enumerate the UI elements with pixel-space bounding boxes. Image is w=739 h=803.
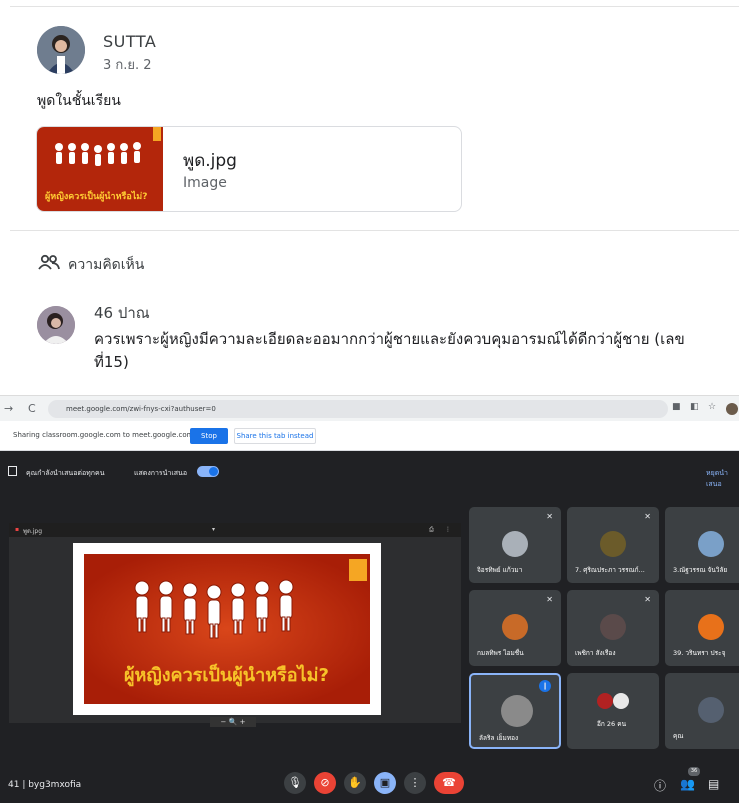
print-icon[interactable]: ⎙	[429, 526, 434, 534]
avatar	[501, 695, 533, 727]
mic-off-icon: ✕	[546, 512, 553, 521]
participant-name: กมลทิพร ไอมชื่น	[477, 649, 524, 657]
info-icon[interactable]: ⓘ	[654, 777, 666, 794]
attachment-thumbnail: ผู้หญิงควรเป็นผู้นำหรือไม่?	[37, 127, 163, 211]
avatar	[600, 531, 626, 557]
participant-name: 3.ณัฐวรรณ จันวิลัย	[673, 566, 728, 574]
star-icon[interactable]: ☆	[708, 402, 716, 412]
participant-name: คุณ	[673, 732, 684, 740]
post-date: 3 ก.ย. 2	[103, 58, 152, 73]
comment-author: 46 ปาณ	[94, 304, 150, 322]
avatar	[502, 614, 528, 640]
present-screen-icon	[8, 466, 17, 476]
comment-text: ควรเพราะผู้หญิงมีความละเอียดละออมากกว่าผ…	[94, 330, 685, 371]
self-tile[interactable]: คุณ	[665, 673, 739, 749]
classroom-post: SUTTA 3 ก.ย. 2 พูดในชั้นเรียน ผู้หญิงควร…	[0, 0, 739, 395]
mic-icon[interactable]: 🎙	[284, 772, 306, 794]
people-count-badge: 36	[688, 767, 700, 776]
people-icon	[38, 254, 60, 270]
divider	[10, 230, 739, 231]
meet-screenshot: → C meet.google.com/zwi-fnys-cxi?authuse…	[0, 395, 739, 803]
author-avatar[interactable]	[37, 26, 85, 74]
share-message: Sharing classroom.google.com to meet.goo…	[13, 431, 194, 439]
participant-name: 39. วรินทรา ประจุ	[673, 649, 726, 657]
camera-off-icon[interactable]: ⊘	[314, 772, 336, 794]
commenter-avatar[interactable]	[37, 306, 75, 344]
attachment-card[interactable]: ผู้หญิงควรเป็นผู้นำหรือไม่? พูด.jpg Imag…	[36, 126, 462, 212]
participant-tile[interactable]: ✕ กมลทิพร ไอมชื่น	[469, 590, 561, 666]
mic-off-icon: ✕	[644, 595, 651, 604]
meet-presenting-bar: คุณกำลังนำเสนอต่อทุกคน แสดงการนำเสนอ หยุ…	[0, 458, 739, 488]
avatar	[613, 693, 629, 709]
avatar	[698, 531, 724, 557]
mic-off-icon: ✕	[644, 512, 651, 521]
participant-tile-speaking[interactable]: ❙ ลัลริล เย็มทอง	[469, 673, 561, 749]
participant-name: 7. ศุริณประภา วรรณก์...	[575, 566, 645, 574]
presenting-text: คุณกำลังนำเสนอต่อทุกคน	[26, 469, 105, 477]
show-presentation-toggle[interactable]	[197, 466, 219, 477]
raise-hand-icon[interactable]: ✋	[344, 772, 366, 794]
avatar	[698, 697, 724, 723]
thumbnail-caption: ผู้หญิงควรเป็นผู้นำหรือไม่?	[45, 192, 148, 202]
participant-name: เพชิกา สังเรือง	[575, 649, 616, 657]
share-bar: Sharing classroom.google.com to meet.goo…	[0, 421, 739, 451]
attachment-type: Image	[183, 175, 227, 191]
browser-toolbar: → C meet.google.com/zwi-fnys-cxi?authuse…	[0, 395, 739, 421]
comments-header-label: ความคิดเห็น	[68, 257, 145, 272]
chat-icon[interactable]: ▤	[708, 777, 719, 791]
slide-tag	[349, 559, 367, 581]
slide-background: ผู้หญิงควรเป็นผู้นำหรือไม่?	[84, 554, 370, 704]
presentation-area: ▪ พูด.jpg ▾ ⎙ ⋮ ผู้หญิงควรเป็นผู้นำหรือไ…	[9, 523, 461, 727]
participant-name: จิอรทิพย์ แก้วมา	[477, 566, 523, 574]
zoom-select[interactable]: ▾	[212, 526, 215, 533]
post-text: พูดในชั้นเรียน	[37, 93, 121, 109]
participant-tile[interactable]: ✕ เพชิกา สังเรือง	[567, 590, 659, 666]
zoom-controls[interactable]: − 🔍 +	[210, 717, 256, 727]
leave-call-button[interactable]: ☎	[434, 772, 464, 794]
address-bar[interactable]: meet.google.com/zwi-fnys-cxi?authuser=0	[48, 400, 668, 418]
more-participants-label: อีก 26 คน	[597, 720, 627, 728]
file-name: พูด.jpg	[23, 528, 43, 535]
participant-tile[interactable]: 39. วรินทรา ประจุ	[665, 590, 739, 666]
viewer-toolbar: ▪ พูด.jpg ▾ ⎙ ⋮	[9, 523, 461, 537]
avatar	[502, 531, 528, 557]
share-tab-instead-button[interactable]: Share this tab instead	[234, 428, 316, 444]
mic-off-icon: ✕	[546, 595, 553, 604]
stop-presenting-button[interactable]: หยุดนำเสนอ	[706, 468, 739, 490]
participant-tile[interactable]: ✕ จิอรทิพย์ แก้วมา	[469, 507, 561, 583]
show-presentation-label: แสดงการนำเสนอ	[134, 469, 188, 477]
file-icon: ▪	[15, 526, 20, 533]
stop-sharing-button[interactable]: Stop	[190, 428, 228, 444]
speaking-icon: ❙	[539, 680, 551, 692]
url-text: meet.google.com/zwi-fnys-cxi?authuser=0	[66, 405, 216, 413]
meet-control-bar: 41 | byg3mxofia 🎙 ⊘ ✋ ▣ ⋮ ☎ ⓘ 👥 36 ▤	[0, 767, 739, 803]
avatar	[600, 614, 626, 640]
participant-tile[interactable]: ✕ 7. ศุริณประภา วรรณก์...	[567, 507, 659, 583]
post-author: SUTTA	[103, 32, 157, 51]
avatar	[698, 614, 724, 640]
slide-caption: ผู้หญิงควรเป็นผู้นำหรือไม่?	[124, 665, 329, 686]
more-participants-tile[interactable]: อีก 26 คน	[567, 673, 659, 749]
avatar	[597, 693, 613, 709]
forward-icon[interactable]: →	[4, 402, 13, 415]
more-options-icon[interactable]: ⋮	[404, 772, 426, 794]
divider	[10, 6, 739, 7]
comments-header[interactable]: ความคิดเห็น	[38, 254, 238, 272]
participant-tile[interactable]: 3.ณัฐวรรณ จันวิลัย	[665, 507, 739, 583]
more-icon[interactable]: ⋮	[445, 526, 451, 533]
meeting-code: 41 | byg3mxofia	[8, 780, 82, 790]
slide-image: ผู้หญิงควรเป็นผู้นำหรือไม่?	[73, 543, 381, 715]
reload-icon[interactable]: C	[28, 402, 36, 415]
thumbnail-tag	[153, 127, 161, 141]
camera-icon[interactable]: ■	[672, 402, 681, 412]
participant-name: ลัลริล เย็มทอง	[479, 734, 519, 742]
extension-icon[interactable]: ◧	[690, 402, 699, 412]
attachment-name[interactable]: พูด.jpg	[183, 147, 237, 174]
profile-avatar[interactable]	[726, 403, 738, 415]
people-icon[interactable]: 👥	[680, 777, 695, 791]
present-icon[interactable]: ▣	[374, 772, 396, 794]
